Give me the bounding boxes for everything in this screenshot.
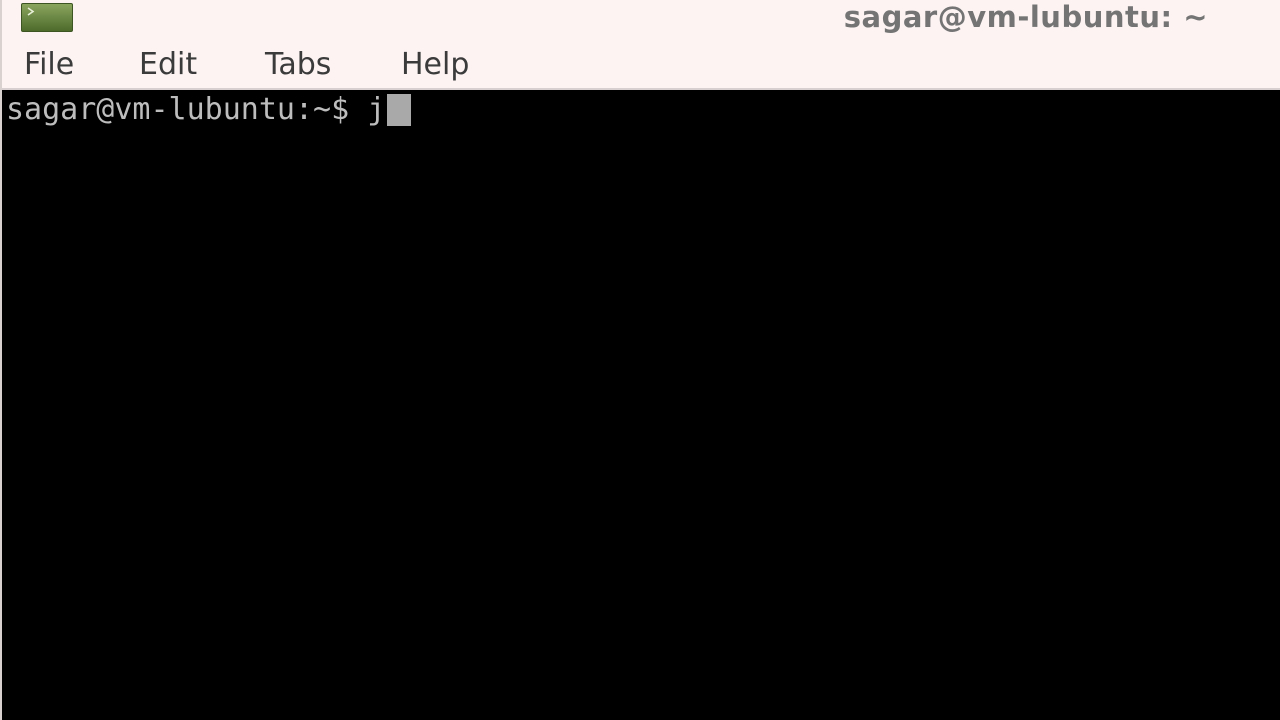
title-bar[interactable]: sagar@vm-lubuntu: ~ xyxy=(0,0,1280,38)
typed-input: j xyxy=(367,92,386,127)
shell-prompt: sagar@vm-lubuntu:~$ xyxy=(6,92,368,127)
menu-bar: File Edit Tabs Help xyxy=(0,38,1280,90)
menu-edit[interactable]: Edit xyxy=(137,38,199,90)
menu-help[interactable]: Help xyxy=(399,38,471,90)
text-cursor xyxy=(387,94,412,126)
command-line: sagar@vm-lubuntu:~$ j xyxy=(6,90,412,130)
menu-tabs[interactable]: Tabs xyxy=(263,38,333,90)
prompt-glyph-icon xyxy=(27,7,35,16)
window-title: sagar@vm-lubuntu: ~ xyxy=(843,0,1208,34)
menu-file[interactable]: File xyxy=(22,38,76,90)
terminal-area[interactable]: sagar@vm-lubuntu:~$ j xyxy=(0,90,1280,720)
window-border xyxy=(0,0,2,720)
terminal-icon xyxy=(21,3,73,32)
terminal-window: sagar@vm-lubuntu: ~ File Edit Tabs Help … xyxy=(0,0,1280,720)
